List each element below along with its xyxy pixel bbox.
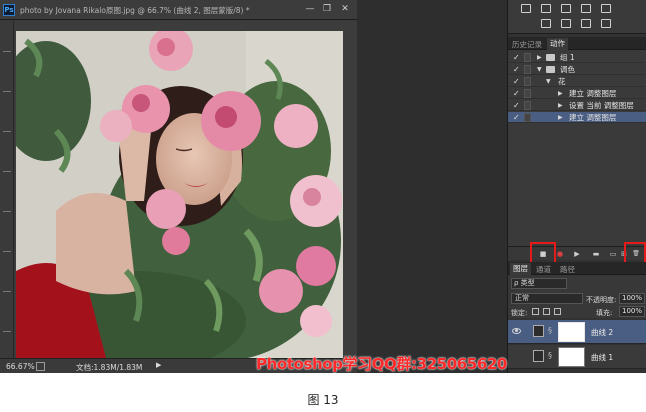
layer-row-selected[interactable]: § 曲线 2 [508,320,646,344]
dialog-toggle[interactable] [524,101,531,110]
opacity-label: 不透明度: [586,296,617,304]
actions-list: ✓ ▶ 组 1 ✓ ▼ 调色 ✓ ▼ 花 ✓ ▶ 建立 调整图层 ✓ ▶ 设置 … [508,50,646,126]
action-row[interactable]: ✓ ▶ 组 1 [508,52,646,63]
opacity-field[interactable]: 100% [619,293,645,304]
check-icon[interactable]: ✓ [513,112,520,123]
actions-empty-area [508,126,646,246]
dialog-toggle[interactable] [524,113,531,122]
canvas-area[interactable] [14,21,357,358]
action-label: 建立 调整图层 [569,113,617,122]
dialog-toggle[interactable] [524,53,531,62]
action-row[interactable]: ✓ ▶ 建立 调整图层 [508,88,646,99]
collapse-icon[interactable]: ▼ [537,64,542,75]
dialog-toggle[interactable] [524,65,531,74]
figure-caption: 图 13 [307,393,339,407]
close-button[interactable]: ✕ [339,4,351,15]
link-icon[interactable]: § [548,351,552,360]
folder-icon [546,54,555,61]
action-row[interactable]: ✓ ▼ 花 [508,76,646,87]
levels-icon[interactable] [541,4,551,13]
curves-icon[interactable] [561,4,571,13]
layer-row[interactable]: § 曲线 1 [508,345,646,369]
highlight-stop-box [530,242,556,264]
expand-icon[interactable]: ▶ [558,112,563,123]
check-icon[interactable]: ✓ [513,52,520,63]
photoshop-logo-icon: Ps [3,4,15,16]
action-label: 调色 [560,65,575,74]
photo-image [16,31,343,358]
action-row[interactable]: ✓ ▶ 设置 当前 调整图层 [508,100,646,111]
document-title-bar[interactable]: Ps photo by Jovana Rikalo原图.jpg @ 66.7% … [0,0,357,20]
invert-icon[interactable] [541,19,551,28]
layer-mask-thumbnail[interactable] [558,322,585,342]
lock-label: 锁定: [511,309,528,317]
adjustments-panel [508,0,646,34]
lock-all-icon[interactable] [554,308,561,315]
layer-name[interactable]: 曲线 1 [591,352,613,363]
tab-paths[interactable]: 路径 [560,264,575,275]
status-menu-arrow-icon[interactable]: ▶ [156,361,161,369]
visibility-eye-icon[interactable] [512,328,521,334]
action-label: 花 [558,77,566,86]
expand-icon[interactable]: ▶ [558,100,563,111]
curves-adjustment-icon [533,325,544,337]
action-label: 建立 调整图层 [569,89,617,98]
action-row[interactable]: ✓ ▼ 调色 [508,64,646,75]
tab-actions[interactable]: 动作 [547,38,568,50]
lock-pixels-icon[interactable] [532,308,539,315]
threshold-icon[interactable] [581,19,591,28]
dialog-toggle[interactable] [524,89,531,98]
brightness-icon[interactable] [521,4,531,13]
photo-filter-icon[interactable] [601,4,611,13]
action-row-selected[interactable]: ✓ ▶ 建立 调整图层 [508,112,646,123]
new-set-button[interactable]: ▬ [591,249,601,259]
photoshop-workspace: Ps photo by Jovana Rikalo原图.jpg @ 66.7% … [0,0,646,373]
side-panels: 历史记录 动作 ✓ ▶ 组 1 ✓ ▼ 调色 ✓ ▼ 花 ✓ ▶ 建立 调整图层… [507,0,646,373]
document-title: photo by Jovana Rikalo原图.jpg @ 66.7% (曲线… [20,6,250,15]
record-button[interactable]: ● [555,249,565,259]
expand-icon[interactable]: ▶ [537,52,542,63]
action-label: 组 1 [560,53,575,62]
tab-channels[interactable]: 通道 [536,264,551,275]
fill-field[interactable]: 100% [619,306,645,317]
fill-label: 填充: [596,309,613,317]
gradient-map-icon[interactable] [601,19,611,28]
watermark-text: Photoshop学习QQ群:325065620 [256,355,507,373]
layer-kind-filter[interactable]: ρ 类型 [511,278,567,289]
curves-adjustment-icon [533,350,544,362]
minimize-button[interactable]: — [304,4,316,15]
blend-mode-select[interactable]: 正常 [511,293,583,304]
folder-icon [546,66,555,73]
document-window: Ps photo by Jovana Rikalo原图.jpg @ 66.7% … [0,0,357,373]
restore-button[interactable]: ❐ [321,4,333,15]
expand-icon[interactable]: ▶ [558,88,563,99]
new-action-button[interactable]: ▭ [608,249,618,259]
vertical-ruler [0,21,14,358]
check-icon[interactable]: ✓ [513,76,520,87]
status-bar-icon[interactable] [36,362,45,371]
zoom-level[interactable]: 66.67% [6,362,35,371]
tab-layers[interactable]: 图层 [510,263,531,275]
layer-name[interactable]: 曲线 2 [591,327,613,338]
dialog-toggle[interactable] [524,77,531,86]
check-icon[interactable]: ✓ [513,64,520,75]
play-button[interactable]: ▶ [572,249,582,259]
check-icon[interactable]: ✓ [513,100,520,111]
highlight-delete-box [624,242,646,264]
exposure-icon[interactable] [581,4,591,13]
canvas-photo[interactable] [16,31,343,358]
layers-controls: ρ 类型 正常 不透明度: 100% 锁定: 填充: 100% [508,275,646,318]
action-label: 设置 当前 调整图层 [569,101,634,110]
lock-position-icon[interactable] [543,308,550,315]
actions-panel-tabs: 历史记录 动作 [508,37,646,50]
layers-panel-tabs: 图层 通道 路径 [508,262,646,275]
posterize-icon[interactable] [561,19,571,28]
document-size: 文档:1.83M/1.83M [76,363,143,372]
check-icon[interactable]: ✓ [513,88,520,99]
link-icon[interactable]: § [548,326,552,335]
collapse-icon[interactable]: ▼ [546,76,551,87]
layer-mask-thumbnail[interactable] [558,347,585,367]
tab-history[interactable]: 历史记录 [512,39,542,50]
